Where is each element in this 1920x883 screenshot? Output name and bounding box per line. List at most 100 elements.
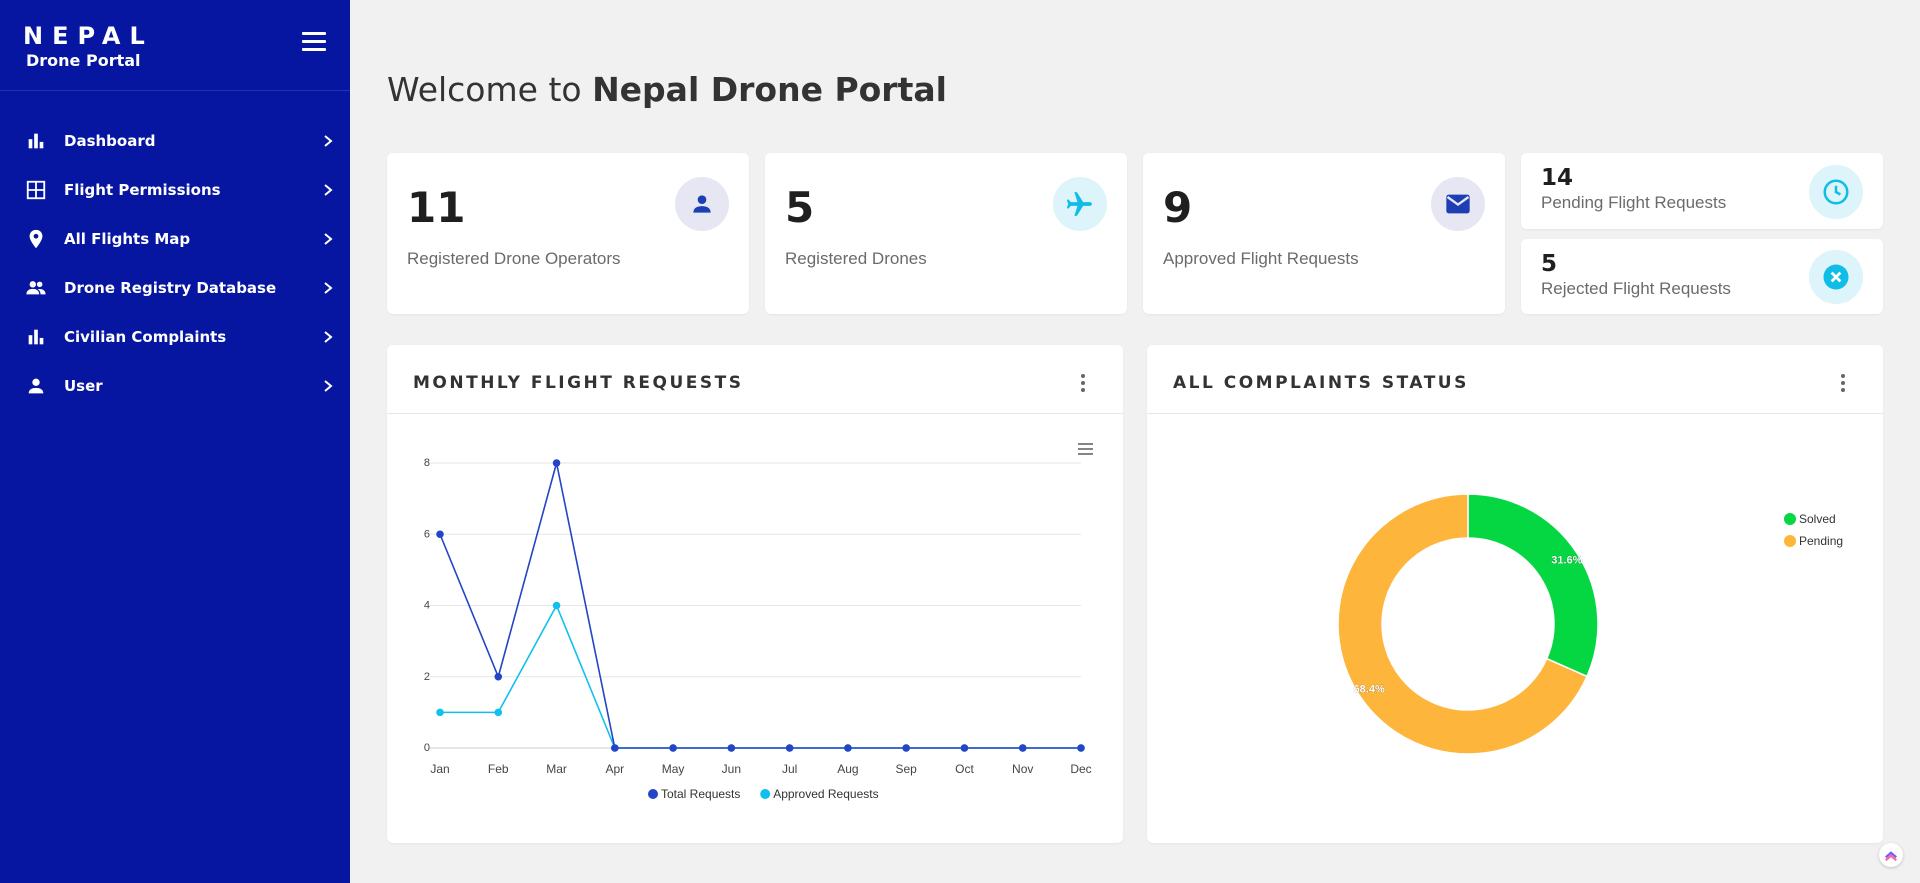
brand-subtitle: Drone Portal <box>26 51 141 70</box>
monthly-flight-requests-panel: MONTHLY FLIGHT REQUESTS 02468 Jan Feb Mar A… <box>387 345 1123 843</box>
y-tick-label: 2 <box>424 671 430 683</box>
sidebar-item-user[interactable]: User <box>0 361 350 410</box>
x-tick-label: May <box>662 762 685 776</box>
x-tick-label: Nov <box>1012 762 1033 776</box>
legend-label: Total Requests <box>661 787 740 801</box>
data-point <box>436 708 444 717</box>
person-icon <box>675 177 729 231</box>
bar-chart-icon <box>28 133 44 148</box>
data-point <box>1077 744 1085 752</box>
stat-value: 5 <box>785 183 815 232</box>
x-tick-label: Aug <box>837 762 858 776</box>
people-icon <box>26 280 46 294</box>
stat-label: Pending Flight Requests <box>1541 193 1727 212</box>
map-pin-icon <box>29 229 43 248</box>
menu-toggle-icon[interactable] <box>302 32 326 52</box>
chart-menu-icon[interactable] <box>1077 442 1095 456</box>
y-tick-label: 0 <box>424 742 430 754</box>
x-tick-label: Mar <box>546 762 567 776</box>
sidebar-item-all-flights-map[interactable]: All Flights Map <box>0 214 350 263</box>
x-tick-label: Oct <box>955 762 974 776</box>
x-tick-label: Jun <box>722 762 741 776</box>
brand-header: NEPAL Drone Portal <box>0 0 350 91</box>
stat-card-drone-operators: 11 Registered Drone Operators <box>387 153 749 314</box>
chevron-right-icon <box>324 379 333 392</box>
page-title-prefix: Welcome to <box>387 70 593 109</box>
data-point <box>960 744 969 752</box>
legend-marker <box>648 789 658 799</box>
stat-value: 14 <box>1541 165 1574 191</box>
x-tick-label: Jan <box>430 762 449 776</box>
stat-label: Rejected Flight Requests <box>1541 279 1731 298</box>
donut-slice <box>1467 493 1599 678</box>
legend-marker <box>1784 513 1796 525</box>
stat-card-pending-requests: 14 Pending Flight Requests <box>1521 153 1883 229</box>
stat-value: 9 <box>1163 183 1193 232</box>
data-point <box>552 601 561 610</box>
stat-label: Registered Drone Operators <box>407 249 621 268</box>
legend-label: Solved <box>1799 512 1836 526</box>
chat-widget-icon[interactable] <box>1879 843 1903 867</box>
chevron-right-icon <box>324 232 333 245</box>
sidebar-item-civilian-complaints[interactable]: Civilian Complaints <box>0 312 350 361</box>
y-tick-label: 6 <box>424 528 430 540</box>
bar-chart-icon <box>28 329 44 344</box>
legend-label: Approved Requests <box>773 787 878 801</box>
close-circle-icon <box>1809 250 1863 304</box>
data-point <box>611 744 619 752</box>
x-tick-label: Feb <box>488 762 509 776</box>
x-tick-label: Apr <box>605 762 624 776</box>
sidebar-item-label: Civilian Complaints <box>64 327 227 346</box>
data-point <box>727 744 736 752</box>
data-point <box>1018 744 1027 752</box>
stat-value: 5 <box>1541 251 1558 277</box>
grid-icon <box>26 180 46 199</box>
data-point <box>494 672 503 681</box>
x-tick-label: Jul <box>782 762 797 776</box>
data-point <box>552 459 561 467</box>
slice-label: 68.4% <box>1354 683 1385 695</box>
airplane-icon <box>1053 177 1107 231</box>
y-tick-label: 4 <box>424 600 430 612</box>
person-icon <box>28 378 44 393</box>
mail-icon <box>1431 177 1485 231</box>
page-title-name: Nepal Drone Portal <box>592 70 947 109</box>
sidebar-item-label: Flight Permissions <box>64 180 221 199</box>
data-point <box>669 744 677 752</box>
sidebar-item-label: User <box>64 376 103 395</box>
stat-label: Registered Drones <box>785 249 927 268</box>
brand-title: NEPAL <box>23 22 154 50</box>
complaints-status-panel: ALL COMPLAINTS STATUS 31.6% 68.4% Solved P… <box>1147 345 1883 843</box>
x-tick-label: Sep <box>896 762 918 776</box>
clock-icon <box>1809 165 1863 219</box>
stat-card-drones: 5 Registered Drones <box>765 153 1127 314</box>
line-chart: 0 2 4 6 8 Jan Feb Mar Apr May Jun Jul Aug Sep Oct Nov D… <box>424 442 1095 801</box>
sidebar-item-label: All Flights Map <box>64 229 191 248</box>
legend-marker <box>1784 535 1796 547</box>
legend-label: Pending <box>1799 534 1843 548</box>
data-point <box>844 744 852 752</box>
sidebar: NEPAL Drone Portal Dashboard Flight Perm… <box>0 0 350 883</box>
slice-label: 31.6% <box>1551 555 1582 567</box>
chevron-right-icon <box>324 183 333 196</box>
data-point <box>902 744 910 752</box>
sidebar-item-dashboard[interactable]: Dashboard <box>0 116 350 165</box>
chevron-right-icon <box>324 330 333 343</box>
donut-chart: 31.6% 68.4% Solved Pending <box>1337 493 1843 755</box>
x-tick-label: Dec <box>1070 762 1091 776</box>
page-title: Welcome to Nepal Drone Portal <box>387 70 947 109</box>
stat-card-approved-requests: 9 Approved Flight Requests <box>1143 153 1505 314</box>
sidebar-item-label: Dashboard <box>64 131 156 150</box>
stat-value: 11 <box>407 183 466 232</box>
data-point <box>494 708 503 717</box>
stat-card-rejected-requests: 5 Rejected Flight Requests <box>1521 239 1883 314</box>
sidebar-item-drone-registry-database[interactable]: Drone Registry Database <box>0 263 350 312</box>
sidebar-item-flight-permissions[interactable]: Flight Permissions <box>0 165 350 214</box>
chevron-right-icon <box>324 134 333 147</box>
stat-label: Approved Flight Requests <box>1163 249 1359 268</box>
sidebar-item-label: Drone Registry Database <box>64 278 277 297</box>
y-tick-label: 8 <box>424 457 430 469</box>
sidebar-nav: Dashboard Flight Permissions All Flights… <box>0 116 350 410</box>
data-point <box>436 530 444 539</box>
chevron-right-icon <box>324 281 333 294</box>
